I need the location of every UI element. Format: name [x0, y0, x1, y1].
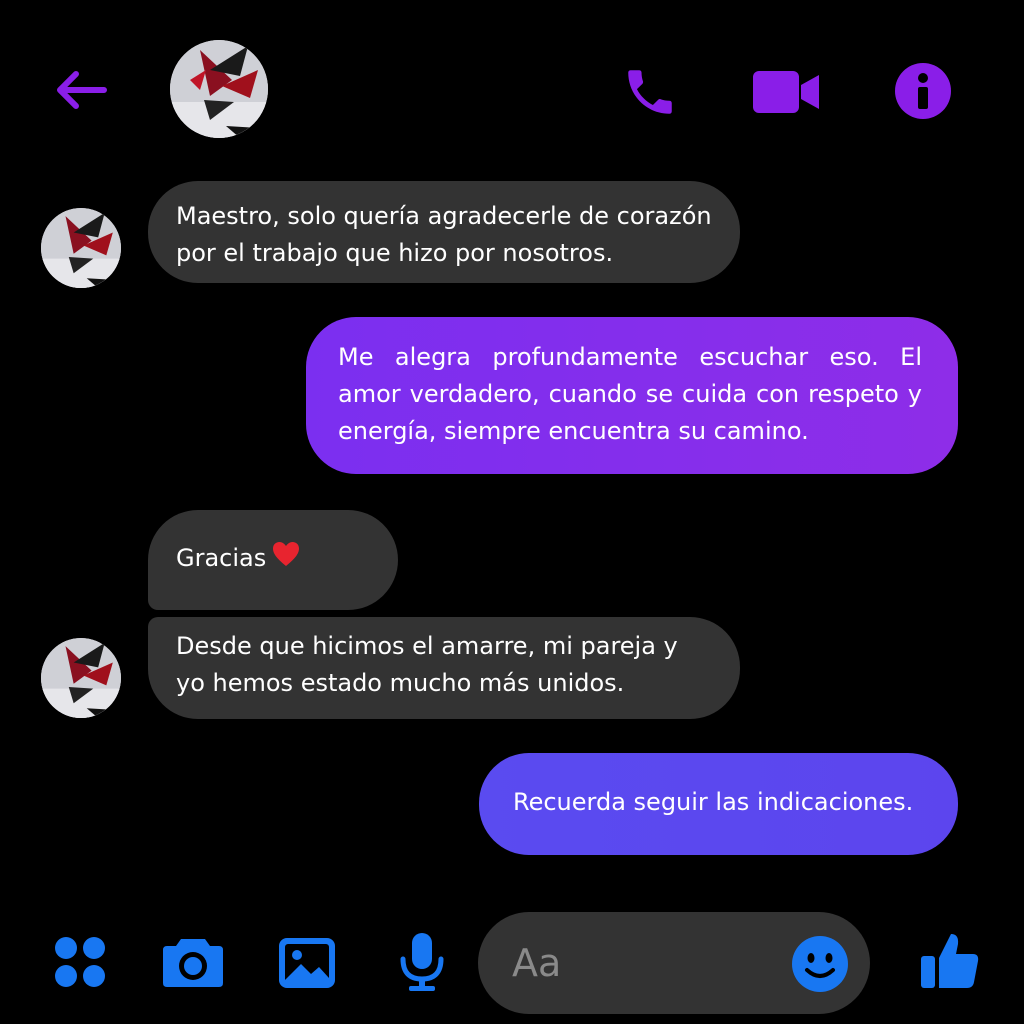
message-text: Desde que hicimos el amarre, mi pareja y…	[176, 632, 678, 697]
emoji-button[interactable]	[790, 934, 850, 994]
incoming-message-bubble[interactable]: Desde que hicimos el amarre, mi pareja y…	[148, 617, 740, 719]
info-icon	[895, 63, 951, 119]
camera-button[interactable]	[160, 932, 226, 992]
message-text: Me alegra profundamente escuchar eso. El…	[338, 343, 922, 445]
outgoing-message-bubble[interactable]: Me alegra profundamente escuchar eso. El…	[306, 317, 958, 474]
gallery-icon	[279, 938, 335, 988]
microphone-icon	[400, 933, 444, 991]
thumbs-up-icon	[921, 934, 979, 988]
avatar-image	[41, 638, 121, 718]
arrow-left-icon	[57, 71, 107, 109]
voice-record-button[interactable]	[394, 930, 450, 994]
message-text: Recuerda seguir las indicaciones.	[513, 788, 914, 816]
red-heart-icon	[272, 541, 300, 578]
info-button[interactable]	[892, 60, 954, 122]
apps-grid-icon	[55, 937, 105, 987]
call-button[interactable]	[618, 60, 682, 124]
avatar-image	[170, 40, 268, 138]
gallery-button[interactable]	[276, 932, 338, 992]
video-call-button[interactable]	[750, 60, 822, 124]
outgoing-message-bubble[interactable]: Recuerda seguir las indicaciones.	[479, 753, 958, 855]
apps-button[interactable]	[50, 932, 110, 992]
like-button[interactable]	[918, 928, 982, 994]
contact-avatar[interactable]	[170, 40, 268, 138]
video-camera-icon	[753, 71, 819, 113]
message-avatar	[41, 208, 121, 288]
message-text: Gracias	[176, 544, 267, 572]
message-avatar	[41, 638, 121, 718]
message-text: Maestro, solo quería agradecerle de cora…	[176, 202, 712, 267]
avatar-image	[41, 208, 121, 288]
phone-icon	[628, 70, 672, 114]
incoming-message-bubble[interactable]: Maestro, solo quería agradecerle de cora…	[148, 181, 740, 283]
input-placeholder: Aa	[512, 941, 562, 985]
back-button[interactable]	[48, 62, 112, 118]
emoji-icon	[792, 936, 848, 992]
incoming-message-bubble[interactable]: Gracias	[148, 510, 398, 610]
camera-icon	[163, 939, 223, 987]
